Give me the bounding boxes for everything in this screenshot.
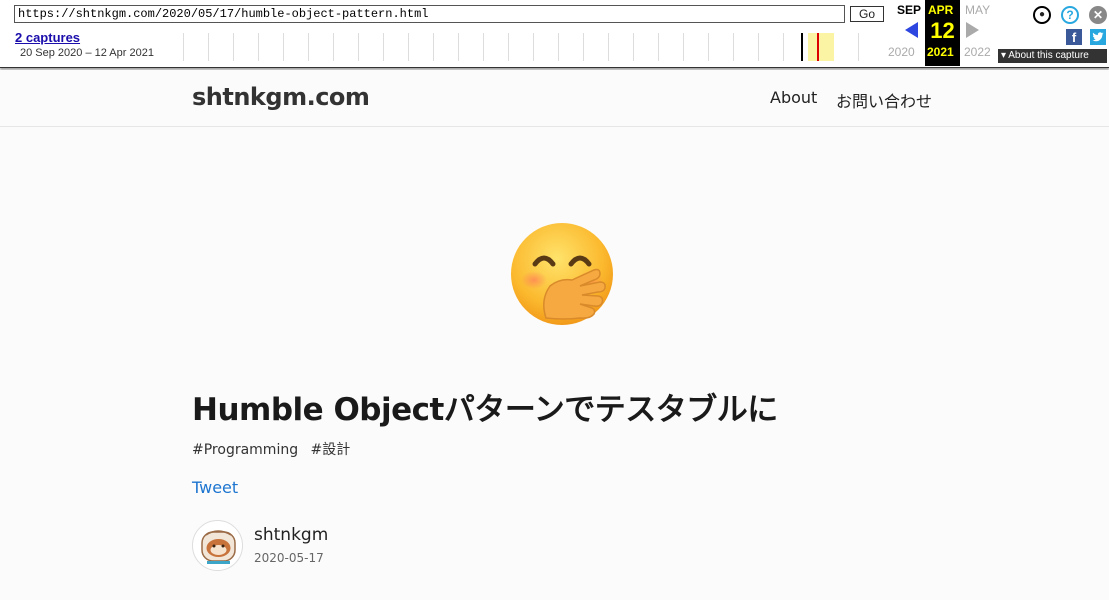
site-header: shtnkgm.com About お問い合わせ xyxy=(0,70,1109,127)
facebook-icon[interactable]: f xyxy=(1066,29,1082,45)
wayback-next-month: MAY xyxy=(965,3,991,17)
next-capture-arrow-icon xyxy=(966,22,979,38)
tweet-button[interactable]: Tweet xyxy=(192,478,238,497)
wayback-current-month: APR xyxy=(928,3,954,17)
close-icon[interactable]: ✕ xyxy=(1089,6,1107,24)
help-icon[interactable]: ? xyxy=(1061,6,1079,24)
user-icon[interactable]: ● xyxy=(1033,6,1051,24)
tag-link[interactable]: #Programming xyxy=(192,442,298,458)
article-title: Humble Objectパターンでテスタブルに xyxy=(192,392,778,428)
wayback-prev-month[interactable]: SEP xyxy=(897,3,921,17)
wayback-captures-link[interactable]: 2 captures xyxy=(15,30,80,45)
wayback-timeline[interactable] xyxy=(183,33,883,61)
wayback-prev-year[interactable]: 2020 xyxy=(888,45,915,59)
nav-contact-link[interactable]: お問い合わせ xyxy=(836,88,932,112)
author-name[interactable]: shtnkgm xyxy=(254,525,328,545)
about-capture-button[interactable]: ▾ About this capture xyxy=(998,49,1107,63)
avatar xyxy=(192,520,243,571)
wayback-date-range: 20 Sep 2020 – 12 Apr 2021 xyxy=(20,47,154,59)
face-with-hand-over-mouth-icon xyxy=(510,222,614,326)
wayback-current-day: 12 xyxy=(930,18,955,43)
timeline-current-month-highlight xyxy=(808,33,834,61)
timeline-current-capture-marker[interactable] xyxy=(817,33,819,61)
wayback-go-button[interactable]: Go xyxy=(850,6,884,22)
wayback-current-year: 2021 xyxy=(927,45,954,59)
prev-capture-arrow-icon[interactable] xyxy=(905,22,918,38)
twitter-icon[interactable] xyxy=(1090,29,1106,45)
wayback-next-year: 2022 xyxy=(964,45,991,59)
tag-link[interactable]: #設計 xyxy=(311,442,351,458)
site-brand-link[interactable]: shtnkgm.com xyxy=(192,83,370,111)
timeline-capture-marker[interactable] xyxy=(801,33,803,61)
wayback-url-input[interactable]: https://shtnkgm.com/2020/05/17/humble-ob… xyxy=(14,5,845,23)
wayback-toolbar: https://shtnkgm.com/2020/05/17/humble-ob… xyxy=(0,0,1109,68)
publish-date: 2020-05-17 xyxy=(254,551,324,565)
article-tags: #Programming #設計 xyxy=(192,439,358,459)
nav-about-link[interactable]: About xyxy=(770,88,817,107)
